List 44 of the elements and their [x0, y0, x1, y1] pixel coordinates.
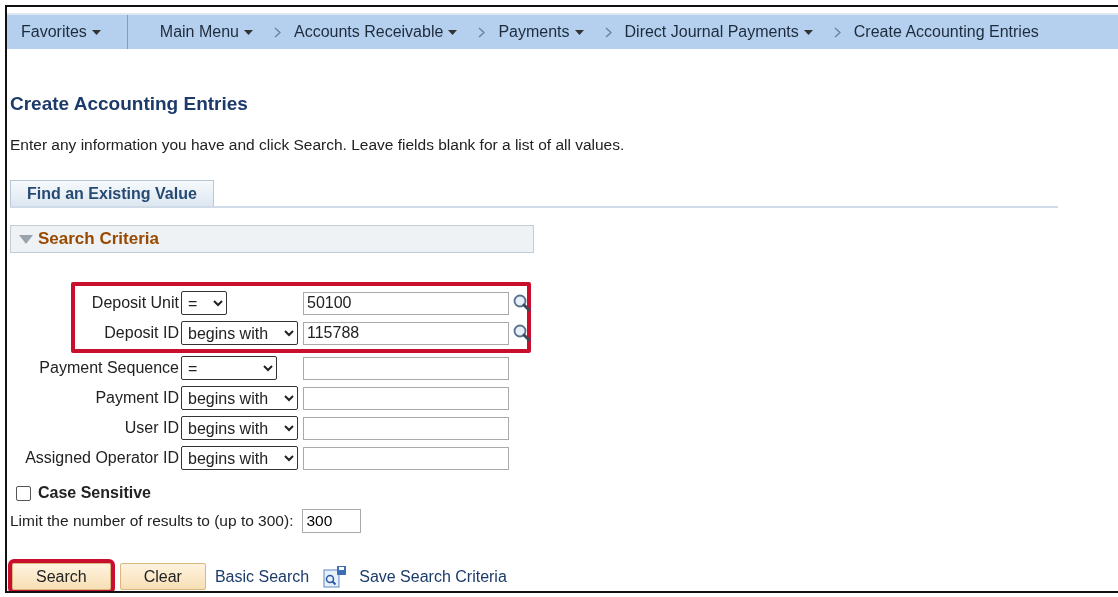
input-field[interactable] [303, 386, 509, 410]
input-field[interactable]: 115788 [303, 321, 509, 345]
field-label: Deposit ID [103, 324, 179, 342]
save-search-link[interactable]: Save Search Criteria [359, 567, 507, 586]
clear-button[interactable]: Clear [119, 563, 206, 590]
caret-icon [91, 29, 101, 35]
operator-dropdown[interactable]: begins with [181, 446, 298, 470]
page-title: Create Accounting Entries [10, 93, 249, 115]
breadcrumb-item[interactable]: Direct Journal Payments [624, 23, 813, 41]
operator-dropdown[interactable]: = [181, 291, 227, 315]
caret-icon [803, 29, 813, 35]
caret-icon [574, 29, 584, 35]
limit-label: Limit the number of results to (up to 300): [10, 512, 294, 530]
breadcrumb-item[interactable]: Main Menu [159, 23, 253, 41]
section-title: Search Criteria [38, 229, 159, 249]
checkbox-label: Case Sensitive [38, 484, 151, 502]
save-search-icon[interactable] [323, 564, 348, 589]
field-label: Deposit Unit [90, 294, 179, 312]
field-label: User ID [123, 419, 179, 437]
input-field[interactable] [303, 416, 509, 440]
section-header[interactable]: Search Criteria [10, 225, 534, 253]
breadcrumb-item[interactable]: Accounts Receivable [293, 23, 458, 41]
field-label: Payment Sequence [38, 359, 179, 377]
operator-dropdown[interactable]: begins with [181, 386, 298, 410]
operator-dropdown[interactable]: begins with [181, 321, 298, 345]
input-field[interactable]: 50100 [303, 291, 509, 315]
operator-dropdown[interactable]: = [181, 356, 277, 380]
operator-dropdown[interactable]: begins with [181, 416, 298, 440]
favorites-menu[interactable]: Favorites [7, 15, 128, 49]
field-label: Payment ID [94, 389, 179, 407]
limit-field[interactable]: 300 [302, 509, 362, 533]
field-label: Assigned Operator ID [24, 449, 179, 467]
input-field[interactable] [303, 356, 509, 380]
tab[interactable]: Find an Existing Value [10, 180, 214, 206]
instruction-text: Enter any information you have and click Search. Leave fields blank for a list of all values. [10, 136, 626, 154]
search-icon[interactable] [512, 293, 532, 313]
breadcrumb-item[interactable]: Create Accounting Entries [853, 23, 1039, 41]
checkbox[interactable] [16, 485, 31, 501]
caret-icon [448, 29, 458, 35]
basic-search-link[interactable]: Basic Search [214, 567, 310, 586]
caret-icon [243, 29, 253, 35]
input-field[interactable] [303, 446, 509, 470]
breadcrumb-item[interactable]: Payments [498, 23, 584, 41]
search-icon[interactable] [512, 323, 532, 343]
